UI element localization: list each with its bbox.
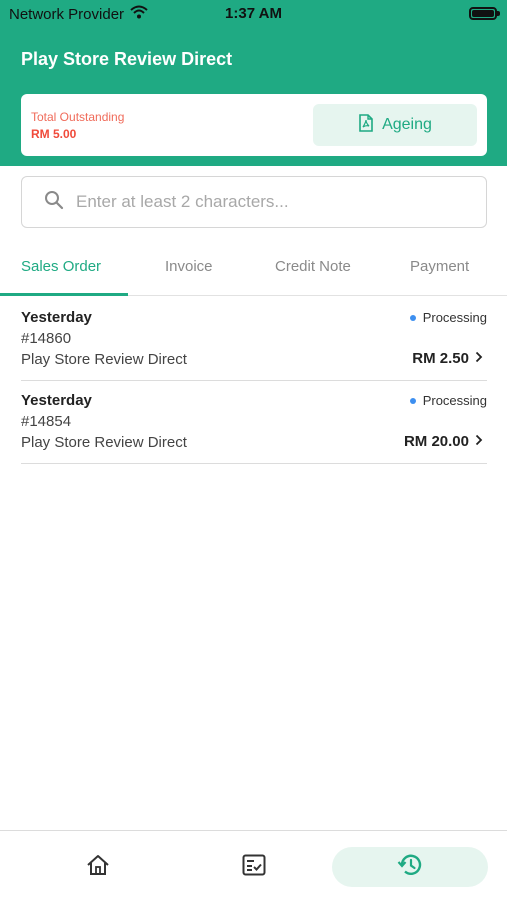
history-icon [397, 853, 423, 882]
search-icon [44, 190, 64, 215]
order-row[interactable]: Yesterday #14854 Play Store Review Direc… [21, 380, 487, 464]
pdf-file-icon [358, 113, 374, 137]
search-box[interactable] [21, 176, 487, 228]
ageing-label: Ageing [382, 116, 432, 133]
order-amount-value: RM 2.50 [412, 350, 469, 367]
nav-history-button[interactable] [332, 847, 488, 887]
nav-checklist-button[interactable] [234, 847, 274, 887]
page-title: Play Store Review Direct [21, 49, 233, 69]
order-amount: RM 2.50 [412, 350, 483, 367]
app-header: Network Provider 1:37 AM Play Store Revi… [0, 0, 507, 166]
order-status: Processing [409, 310, 487, 325]
bottom-nav [0, 830, 507, 900]
home-icon [86, 854, 110, 881]
order-status-label: Processing [422, 310, 487, 325]
order-date: Yesterday [21, 309, 92, 326]
search-input[interactable] [76, 192, 456, 212]
tab-bar: Sales Order Invoice Credit Note Payment [0, 248, 507, 296]
order-row[interactable]: Yesterday #14860 Play Store Review Direc… [21, 297, 487, 381]
status-time: 1:37 AM [225, 5, 282, 22]
order-status: Processing [409, 393, 487, 408]
status-dot-icon [409, 397, 416, 404]
active-tab-indicator [0, 293, 128, 296]
ageing-button[interactable]: Ageing [313, 104, 477, 146]
order-date: Yesterday [21, 392, 92, 409]
chevron-right-icon [475, 350, 483, 367]
outstanding-value: RM 5.00 [31, 127, 77, 141]
tab-credit-note[interactable]: Credit Note [275, 258, 351, 275]
tab-payment[interactable]: Payment [410, 258, 469, 275]
order-number: #14860 [21, 330, 72, 347]
chevron-right-icon [475, 433, 483, 450]
nav-home-button[interactable] [78, 847, 118, 887]
checklist-icon [242, 854, 266, 881]
outstanding-label: Total Outstanding [31, 110, 125, 124]
status-bar: Network Provider 1:37 AM [0, 0, 507, 28]
order-number: #14854 [21, 413, 72, 430]
order-customer: Play Store Review Direct [21, 434, 187, 451]
battery-icon [469, 7, 500, 20]
order-amount-value: RM 20.00 [403, 433, 469, 450]
status-dot-icon [409, 314, 416, 321]
order-customer: Play Store Review Direct [21, 351, 187, 368]
tab-invoice[interactable]: Invoice [165, 258, 213, 275]
order-amount: RM 20.00 [404, 433, 483, 450]
order-status-label: Processing [422, 393, 487, 408]
outstanding-card: Total Outstanding RM 5.00 Ageing [21, 94, 487, 156]
tab-sales-order[interactable]: Sales Order [21, 258, 101, 275]
